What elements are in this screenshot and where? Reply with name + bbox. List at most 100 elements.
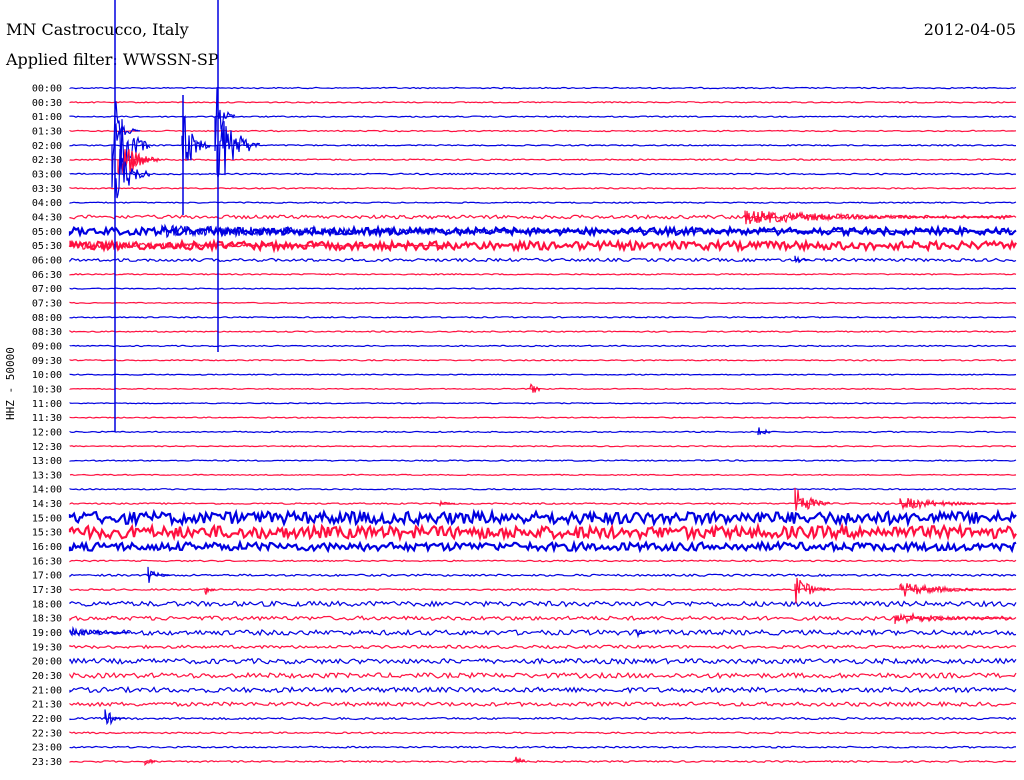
trace-row bbox=[69, 502, 1017, 506]
trace-row bbox=[69, 187, 1017, 190]
trace-row bbox=[69, 316, 1017, 319]
row-time-label: 17:30 bbox=[32, 585, 62, 596]
trace-row bbox=[69, 144, 1017, 147]
row-time-label: 04:00 bbox=[32, 198, 62, 209]
trace-row bbox=[69, 685, 1017, 694]
trace-row bbox=[68, 508, 1017, 528]
event-burst bbox=[114, 122, 141, 141]
row-time-label: 20:00 bbox=[32, 657, 62, 668]
row-time-label: 20:30 bbox=[32, 671, 62, 682]
trace-row bbox=[69, 416, 1017, 419]
row-time-label: 02:00 bbox=[32, 141, 62, 152]
trace-row bbox=[69, 115, 1017, 118]
row-time-label: 01:30 bbox=[32, 126, 62, 137]
trace-row bbox=[69, 129, 1017, 133]
trace-row bbox=[69, 287, 1017, 290]
row-time-label: 14:00 bbox=[32, 485, 62, 496]
trace-row bbox=[69, 172, 1017, 176]
row-time-label: 01:00 bbox=[32, 112, 62, 123]
trace-row bbox=[69, 487, 1017, 491]
trace-row bbox=[69, 101, 1016, 104]
trace-row bbox=[69, 615, 1017, 622]
row-time-label: 10:00 bbox=[32, 370, 62, 381]
trace-row bbox=[69, 573, 1017, 578]
row-time-label: 07:30 bbox=[32, 298, 62, 309]
row-time-label: 04:30 bbox=[32, 212, 62, 223]
row-time-label: 15:30 bbox=[32, 528, 62, 539]
event-burst bbox=[181, 114, 211, 162]
row-time-label: 18:00 bbox=[32, 599, 62, 610]
event-burst bbox=[204, 587, 216, 595]
row-time-label: 09:30 bbox=[32, 356, 62, 367]
row-time-label: 00:00 bbox=[32, 84, 62, 95]
event-burst bbox=[794, 487, 831, 511]
trace-row bbox=[69, 430, 1017, 434]
row-time-label: 23:00 bbox=[32, 743, 62, 754]
trace-row bbox=[69, 402, 1017, 405]
row-time-label: 13:00 bbox=[32, 456, 62, 467]
trace-row bbox=[69, 373, 1017, 376]
row-time-label: 16:00 bbox=[32, 542, 62, 553]
row-time-label: 03:00 bbox=[32, 169, 62, 180]
helicorder-plot: 00:00 00:30 01:00 01:30 02:00 02:30 03:00 03:30… bbox=[32, 0, 1017, 768]
row-time-label: 09:00 bbox=[32, 341, 62, 352]
row-time-label: 05:00 bbox=[32, 227, 62, 238]
trace-row bbox=[69, 473, 1017, 477]
row-time-label: 11:30 bbox=[32, 413, 62, 424]
trace-row bbox=[69, 301, 1017, 305]
trace-row bbox=[68, 238, 1017, 254]
trace-row bbox=[69, 201, 1017, 204]
trace-row bbox=[69, 86, 1017, 90]
trace-row bbox=[69, 745, 1016, 749]
row-time-label: 07:00 bbox=[32, 284, 62, 295]
row-time-label: 11:00 bbox=[32, 399, 62, 410]
trace-row bbox=[69, 700, 1017, 708]
trace-row bbox=[69, 644, 1017, 650]
row-time-label: 21:00 bbox=[32, 685, 62, 696]
trace-row bbox=[69, 716, 1017, 721]
row-time-label: 10:30 bbox=[32, 384, 62, 395]
trace-row bbox=[69, 445, 1017, 448]
trace-row bbox=[68, 522, 1017, 543]
trace-row bbox=[69, 599, 1017, 608]
row-time-label: 22:30 bbox=[32, 728, 62, 739]
row-time-label: 22:00 bbox=[32, 714, 62, 725]
row-time-label: 17:00 bbox=[32, 571, 62, 582]
row-time-label: 15:00 bbox=[32, 513, 62, 524]
row-time-label: 18:30 bbox=[32, 614, 62, 625]
event-burst bbox=[635, 629, 646, 639]
trace-row bbox=[69, 759, 1017, 764]
row-time-label: 23:30 bbox=[32, 757, 62, 768]
row-time-label: 12:00 bbox=[32, 427, 62, 438]
row-time-label: 06:30 bbox=[32, 270, 62, 281]
trace-row bbox=[68, 539, 1017, 554]
row-time-label: 14:30 bbox=[32, 499, 62, 510]
row-time-label: 06:00 bbox=[32, 255, 62, 266]
row-time-label: 21:30 bbox=[32, 700, 62, 711]
trace-row bbox=[69, 329, 1017, 333]
row-time-label: 13:30 bbox=[32, 470, 62, 481]
trace-row bbox=[69, 559, 1017, 563]
event-burst bbox=[216, 121, 261, 178]
row-time-label: 00:30 bbox=[32, 98, 62, 109]
event-burst bbox=[439, 499, 456, 507]
trace-row bbox=[69, 628, 1017, 637]
row-time-label: 05:30 bbox=[32, 241, 62, 252]
row-time-label: 03:30 bbox=[32, 184, 62, 195]
trace-row bbox=[69, 459, 1017, 462]
trace-row bbox=[69, 359, 1017, 362]
event-burst bbox=[899, 582, 1013, 597]
row-time-label: 16:30 bbox=[32, 556, 62, 567]
trace-row bbox=[69, 158, 1017, 161]
trace-row bbox=[69, 671, 1017, 680]
row-time-label: 08:30 bbox=[32, 327, 62, 338]
trace-row bbox=[69, 657, 1017, 665]
row-time-label: 08:00 bbox=[32, 313, 62, 324]
trace-row bbox=[69, 273, 1017, 276]
trace-row bbox=[69, 344, 1017, 348]
event-burst bbox=[744, 210, 1013, 225]
trace-row bbox=[69, 257, 1017, 263]
trace-row bbox=[69, 387, 1017, 391]
row-time-label: 02:30 bbox=[32, 155, 62, 166]
row-time-label: 19:00 bbox=[32, 628, 62, 639]
